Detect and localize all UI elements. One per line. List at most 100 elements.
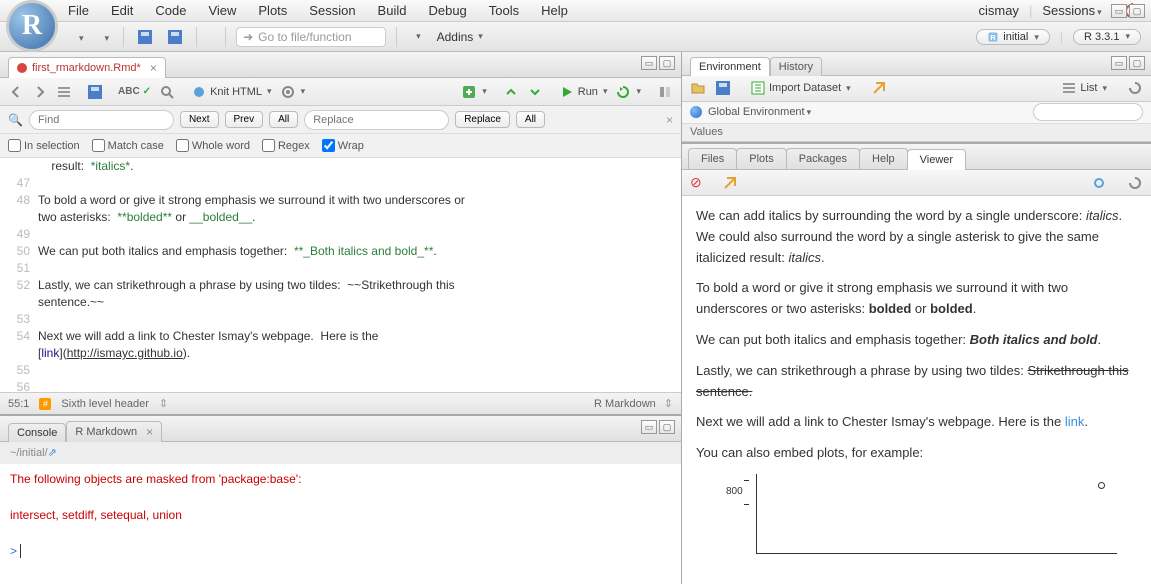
grid-button[interactable] — [407, 29, 425, 44]
list-view-button[interactable]: List — [1061, 80, 1107, 96]
sync-viewer-button[interactable] — [1091, 175, 1107, 191]
minimize-env-button[interactable]: ▭ — [1111, 56, 1127, 70]
save-button[interactable] — [134, 28, 156, 46]
maximize-pane-button[interactable]: ▢ — [659, 56, 675, 70]
project-menu[interactable]: Rinitial — [976, 29, 1050, 45]
ismay-link[interactable]: link — [1065, 414, 1085, 429]
replace-all-button[interactable]: All — [516, 111, 545, 128]
tab-rmarkdown[interactable]: R Markdown× — [66, 421, 162, 442]
minimize-console-button[interactable]: ▭ — [641, 420, 657, 434]
load-workspace-button[interactable] — [690, 80, 706, 96]
forward-button[interactable] — [32, 84, 48, 100]
menu-view[interactable]: View — [208, 3, 236, 18]
tab-files[interactable]: Files — [688, 148, 737, 169]
main-toolbar: ➜Go to file/function Addins Rinitial | R… — [0, 22, 1151, 52]
goto-input[interactable]: ➜Go to file/function — [236, 27, 386, 47]
console-path: ~/initial/⇗ — [0, 442, 681, 464]
env-search-input[interactable] — [1033, 103, 1143, 121]
menu-build[interactable]: Build — [378, 3, 407, 18]
open-file-button[interactable] — [96, 28, 114, 46]
tab-help[interactable]: Help — [859, 148, 908, 169]
save-workspace-button[interactable] — [716, 81, 730, 95]
maximize-env-button[interactable]: ▢ — [1129, 56, 1145, 70]
source-tabbar: first_rmarkdown.Rmd* × ▭ ▢ — [0, 52, 681, 78]
close-tab-icon[interactable]: × — [150, 61, 157, 75]
opt-whole-word[interactable]: Whole word — [176, 139, 250, 152]
section-label[interactable]: Sixth level header — [61, 398, 148, 410]
find-all-button[interactable]: All — [269, 111, 298, 128]
clear-viewer-button[interactable] — [722, 175, 738, 191]
tab-first-rmarkdown[interactable]: first_rmarkdown.Rmd* × — [8, 57, 166, 78]
svg-text:R: R — [991, 33, 997, 42]
outline-toggle-button[interactable] — [657, 84, 673, 100]
menu-help[interactable]: Help — [541, 3, 568, 18]
opt-match-case[interactable]: Match case — [92, 139, 164, 152]
close-find-icon[interactable]: × — [666, 113, 673, 127]
maximize-viewer-button[interactable]: ▢ — [1129, 4, 1145, 18]
menu-file[interactable]: File — [68, 3, 89, 18]
editor-statusbar: 55:1 # Sixth level header⇕ R Markdown⇕ — [0, 392, 681, 414]
insert-chunk-button[interactable] — [461, 84, 487, 100]
tab-plots[interactable]: Plots — [736, 148, 786, 169]
viewer-content[interactable]: We can add italics by surrounding the wo… — [682, 196, 1151, 584]
menu-plots[interactable]: Plots — [258, 3, 287, 18]
maximize-console-button[interactable]: ▢ — [659, 420, 675, 434]
console-output[interactable]: The following objects are masked from 'p… — [0, 464, 681, 584]
language-label[interactable]: R Markdown — [594, 398, 656, 410]
goto-dir-icon[interactable]: ⇗ — [48, 446, 57, 459]
tab-packages[interactable]: Packages — [786, 148, 860, 169]
close-icon[interactable]: × — [146, 425, 153, 439]
remove-viewer-button[interactable]: ⊘ — [690, 174, 702, 191]
save-all-button[interactable] — [164, 28, 186, 46]
tab-viewer[interactable]: Viewer — [907, 149, 966, 170]
user-label: cismay — [978, 3, 1018, 18]
addins-menu[interactable]: Addins — [433, 28, 487, 46]
next-chunk-button[interactable] — [527, 84, 543, 100]
menu-session[interactable]: Session — [309, 3, 355, 18]
minimize-pane-button[interactable]: ▭ — [641, 56, 657, 70]
sessions-menu[interactable]: Sessions — [1042, 3, 1101, 18]
console-tabbar: Console R Markdown× ▭ ▢ — [0, 416, 681, 442]
prev-chunk-button[interactable] — [503, 84, 519, 100]
tab-history[interactable]: History — [770, 57, 822, 76]
spell-check-button[interactable]: ABC✓ — [118, 86, 151, 97]
menu-tools[interactable]: Tools — [489, 3, 519, 18]
main-menu: File Edit Code View Plots Session Build … — [0, 0, 1151, 22]
show-outline-button[interactable] — [56, 84, 72, 100]
find-next-button[interactable]: Next — [180, 111, 219, 128]
env-scope-menu[interactable]: Global Environment — [708, 106, 811, 118]
minimize-viewer-button[interactable]: ▭ — [1111, 4, 1127, 18]
run-button[interactable]: Run — [559, 84, 608, 100]
values-header: Values — [682, 124, 1151, 142]
embedded-plot — [756, 474, 1117, 554]
opt-regex[interactable]: Regex — [262, 139, 310, 152]
menu-edit[interactable]: Edit — [111, 3, 133, 18]
clear-env-button[interactable] — [871, 80, 887, 96]
env-tabbar: Environment History ▭ ▢ — [682, 52, 1151, 76]
refresh-viewer-button[interactable] — [1127, 175, 1143, 191]
gear-button[interactable] — [280, 84, 306, 100]
find-prev-button[interactable]: Prev — [225, 111, 264, 128]
replace-input[interactable] — [304, 110, 449, 130]
replace-button[interactable]: Replace — [455, 111, 510, 128]
knit-button[interactable]: Knit HTML — [191, 84, 272, 100]
menu-debug[interactable]: Debug — [428, 3, 466, 18]
tab-console[interactable]: Console — [8, 423, 66, 442]
new-file-button[interactable] — [70, 28, 88, 46]
find-bar: 🔍 Next Prev All Replace All × — [0, 106, 681, 134]
back-button[interactable] — [8, 84, 24, 100]
refresh-env-button[interactable] — [1127, 80, 1143, 96]
rerun-button[interactable] — [615, 84, 641, 100]
source-editor[interactable]: result: *italics*.47 48To bold a word or… — [0, 158, 681, 392]
tab-environment[interactable]: Environment — [690, 57, 770, 76]
menu-code[interactable]: Code — [155, 3, 186, 18]
save-doc-button[interactable] — [88, 85, 102, 99]
print-button[interactable] — [207, 35, 215, 39]
opt-in-selection[interactable]: In selection — [8, 139, 80, 152]
import-dataset-button[interactable]: Import Dataset — [750, 80, 851, 96]
find-input[interactable] — [29, 110, 174, 130]
find-button[interactable] — [159, 84, 175, 100]
rmarkdown-file-icon — [17, 63, 27, 73]
opt-wrap[interactable]: Wrap — [322, 139, 364, 152]
r-version-menu[interactable]: R 3.3.1 — [1073, 29, 1141, 45]
